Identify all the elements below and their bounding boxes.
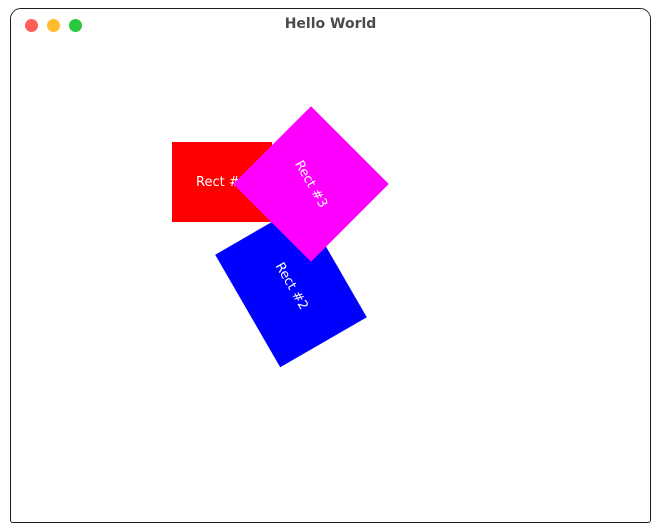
rect-2-label: Rect #2	[271, 259, 311, 313]
drawing-canvas: Rect #1 Rect #2 Rect #3	[11, 41, 650, 522]
title-bar[interactable]: Hello World	[11, 9, 650, 41]
window-title: Hello World	[284, 16, 377, 32]
rect-3-label: Rect #3	[291, 157, 331, 211]
app-window: Hello World Rect #1 Rect #2 Rect #3	[10, 8, 651, 523]
